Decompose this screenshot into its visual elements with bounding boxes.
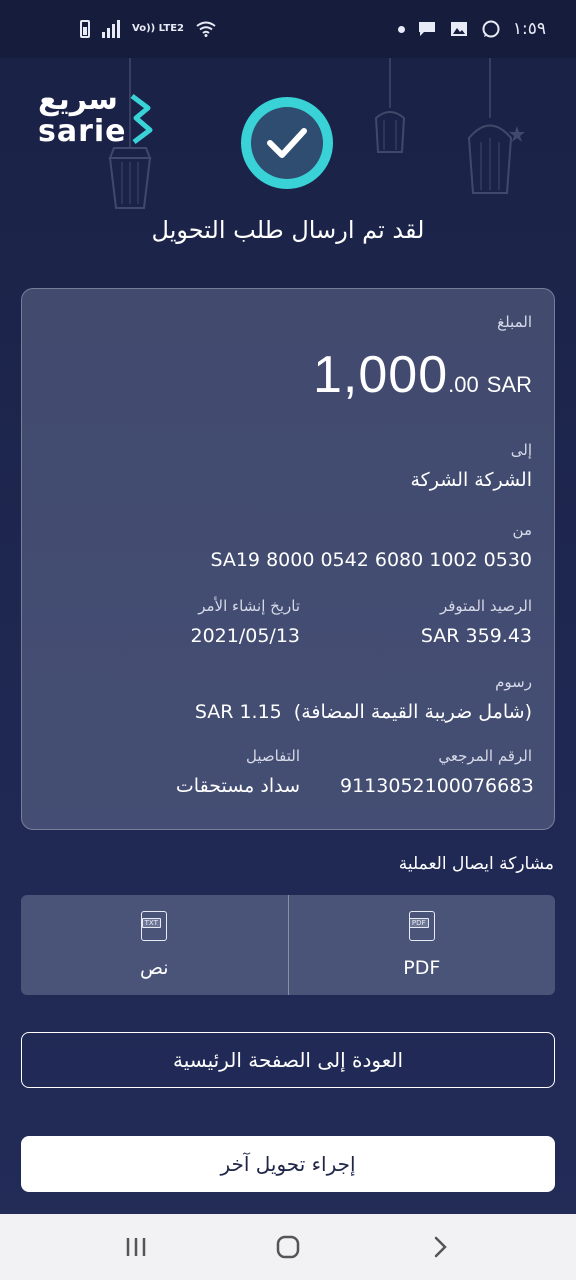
transfer-details-card: المبلغ 1,000 .00 SAR إلى الشركة الشركة م… (21, 288, 555, 830)
txt-file-icon: TXT (141, 911, 168, 941)
recents-icon[interactable] (106, 1227, 166, 1267)
balance-value: SAR 359.43 (420, 625, 532, 647)
date-value: 2021/05/13 (190, 625, 300, 647)
fees-note: (شامل ضريبة القيمة المضافة) (293, 701, 532, 723)
new-transfer-button[interactable]: إجراء تحويل آخر (21, 1136, 555, 1192)
home-icon[interactable] (258, 1227, 318, 1267)
whatsapp-icon (481, 20, 501, 38)
back-to-home-button[interactable]: العودة إلى الصفحة الرئيسية (21, 1032, 555, 1088)
fees-label: رسوم (495, 673, 532, 691)
signal-icon (102, 20, 120, 38)
wifi-icon (196, 20, 216, 38)
from-iban: SA19 8000 0542 6080 1002 0530 (210, 549, 532, 571)
share-receipt-title: مشاركة ايصال العملية (398, 854, 554, 874)
share-options: TXT نص PDF PDF (21, 895, 555, 995)
amount-value: 1,000 .00 SAR (44, 345, 532, 405)
battery-icon (80, 20, 90, 38)
system-navigation-bar (0, 1214, 576, 1280)
back-icon[interactable] (410, 1227, 470, 1267)
amount-label: المبلغ (497, 313, 532, 331)
share-txt-button[interactable]: TXT نص (21, 895, 288, 995)
reference-value: 911305210007668З (340, 775, 534, 797)
fees-row: (شامل ضريبة القيمة المضافة) SAR 1.15 (44, 701, 532, 723)
clock: ١:٥٩ (512, 19, 546, 39)
details-value: سداد مستحقات (175, 775, 300, 797)
pdf-file-icon: PDF (408, 911, 435, 941)
fees-value: SAR 1.15 (194, 701, 282, 723)
balance-label: الرصيد المتوفر (439, 597, 532, 615)
logo-english-text: sarie (38, 114, 127, 149)
logo-arabic-text: سريع (38, 82, 118, 117)
message-icon (417, 20, 437, 38)
date-label: تاريخ إنشاء الأمر (198, 597, 300, 615)
logo-mark-icon (130, 94, 153, 144)
details-label: التفاصيل (245, 747, 300, 765)
volte-icon: Vo)) LTE2 (132, 23, 185, 34)
success-check-icon (241, 97, 333, 189)
amount-decimal: .00 (448, 372, 479, 397)
share-pdf-button[interactable]: PDF PDF (287, 895, 556, 995)
gallery-icon (449, 20, 469, 38)
from-label: من (512, 521, 532, 539)
sarie-logo: سريع sarie (38, 82, 158, 150)
share-pdf-label: PDF (403, 957, 441, 979)
to-label: إلى (510, 441, 532, 459)
notification-dot-icon (397, 25, 405, 33)
lantern-decoration-icon (467, 58, 525, 194)
share-txt-label: نص (139, 957, 169, 979)
amount-whole: 1,000 (313, 346, 449, 404)
to-value: الشركة الشركة (410, 469, 532, 491)
lantern-decoration-icon (374, 58, 406, 153)
page-title: لقد تم ارسال طلب التحويل (151, 216, 425, 244)
status-bar: Vo)) LTE2 ١:٥٩ (0, 0, 576, 58)
reference-label: الرقم المرجعي (438, 747, 532, 765)
amount-currency: SAR (486, 372, 532, 397)
